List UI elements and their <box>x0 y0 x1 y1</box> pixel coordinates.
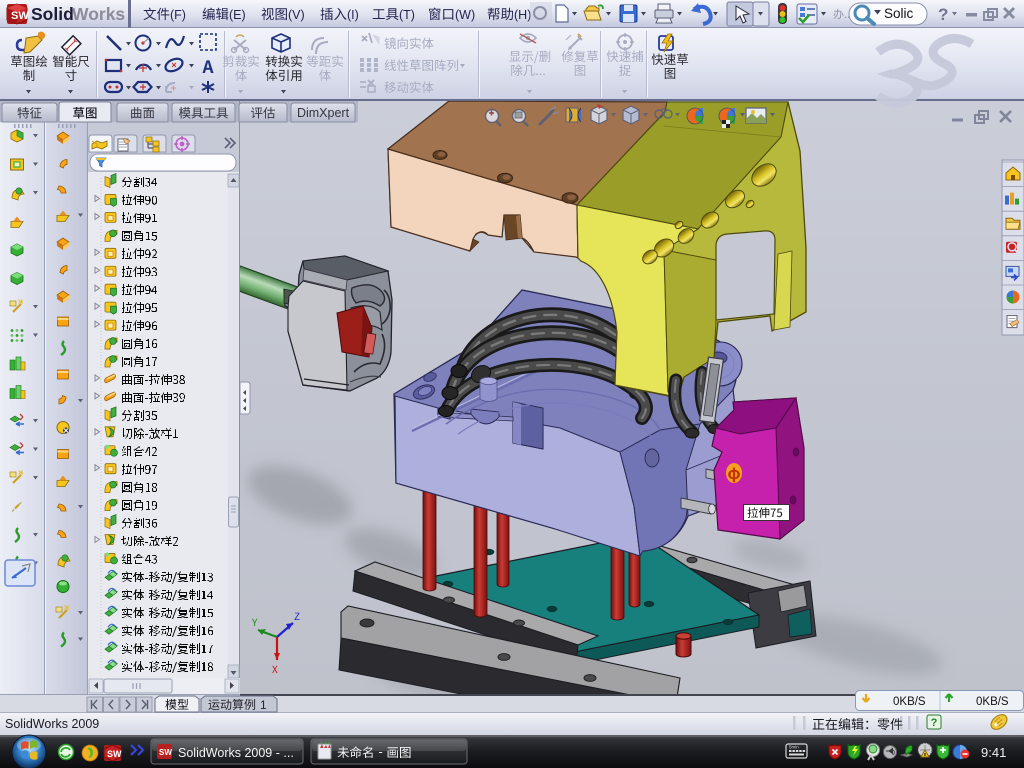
svg-text:?: ? <box>938 5 948 24</box>
svg-text:1: 1 <box>260 698 267 712</box>
svg-text:(W): (W) <box>455 8 475 22</box>
svg-text:0KB/S: 0KB/S <box>976 696 1009 708</box>
svg-text:0KB/S: 0KB/S <box>893 696 926 708</box>
svg-text:9:41: 9:41 <box>981 745 1006 760</box>
svg-text:Solid: Solid <box>31 4 74 24</box>
svg-text:5min: 5min <box>789 745 799 750</box>
svg-text:(H): (H) <box>514 8 531 22</box>
svg-text:Solic: Solic <box>884 6 914 21</box>
svg-text:?: ? <box>931 717 938 729</box>
svg-text:Works: Works <box>72 4 125 24</box>
svg-text:-: - <box>379 745 383 759</box>
svg-text:SW: SW <box>11 10 29 22</box>
svg-text:(F): (F) <box>170 8 186 22</box>
svg-text:(E): (E) <box>229 8 246 22</box>
svg-text:SolidWorks 2009 - ...: SolidWorks 2009 - ... <box>178 746 294 760</box>
svg-text:SolidWorks 2009: SolidWorks 2009 <box>5 717 99 731</box>
svg-text:(V): (V) <box>288 8 305 22</box>
svg-text:(I): (I) <box>347 8 359 22</box>
svg-text:SW: SW <box>107 749 122 759</box>
svg-text:SW: SW <box>159 748 172 757</box>
svg-text:DimXpert: DimXpert <box>297 106 350 120</box>
svg-text:(T): (T) <box>399 8 415 22</box>
